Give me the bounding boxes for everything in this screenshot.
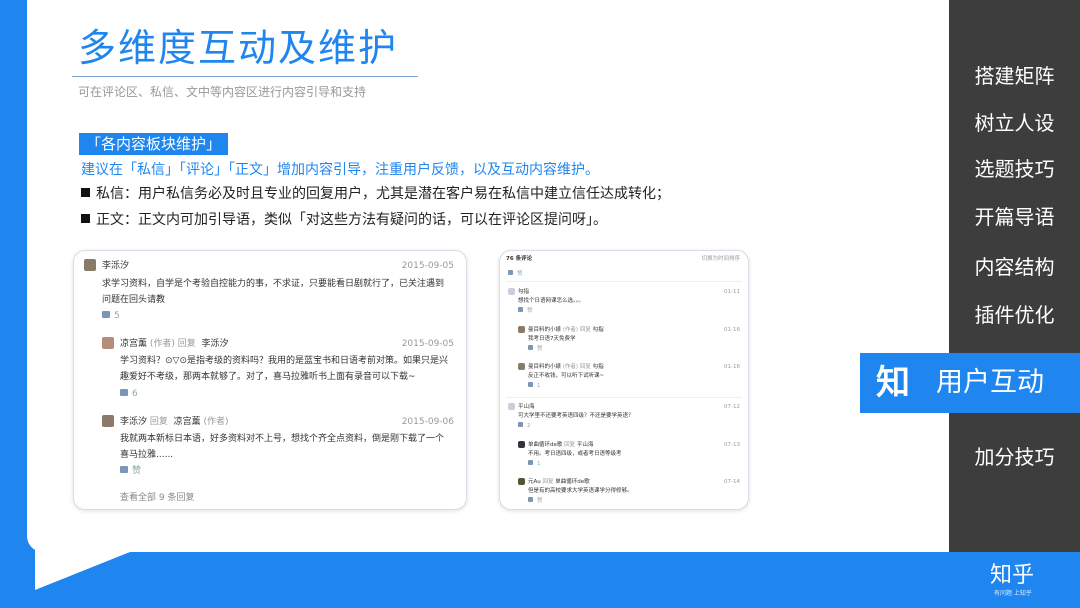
avatar[interactable] <box>508 288 515 295</box>
avatar[interactable] <box>518 326 525 333</box>
bullet-body: 正文：正文内可加引导语，类似「对这些方法有疑问的话，可以在评论区提问呀」。 <box>81 210 607 230</box>
comment-user: 单曲循环de歌 回复 平山海 <box>528 442 594 448</box>
thumbs-up-icon <box>518 307 523 312</box>
nav-item-5[interactable]: 插件优化 <box>949 301 1080 329</box>
comment-text: 不用。考日语四级，或者考日语等级考 <box>528 451 622 457</box>
nav-item-4[interactable]: 内容结构 <box>949 253 1080 281</box>
bullet-dm: 私信：用户私信务必及时且专业的回复用户，尤其是潜在客户易在私信中建立信任达成转化… <box>81 184 670 204</box>
comment-date: 01-16 <box>724 364 740 370</box>
comment-user: 曼目料的小婊 (作者) 回复 勾指 <box>528 327 604 333</box>
comment-user: 勾指 <box>518 289 530 295</box>
avatar[interactable] <box>102 337 114 349</box>
like-button[interactable]: 2 <box>518 422 531 430</box>
like-button[interactable]: 赞 <box>528 497 543 505</box>
nav-item-active[interactable]: 知 用户互动 <box>860 353 1080 413</box>
comment-text: 求学习资料，自学是个考验自控能力的事，不求证，只要能看日剧就行了，已关注遇到问题… <box>102 279 445 305</box>
comment-text: 学习资料？⊙▽⊙是指考级的资料吗？我用的是蓝宝书和日语考前对策。如果只是兴趣爱好… <box>120 356 449 382</box>
avatar[interactable] <box>518 441 525 448</box>
like-button[interactable]: 6 <box>120 388 138 400</box>
thumbs-up-icon <box>120 389 128 396</box>
comment-date: 07-13 <box>724 442 740 448</box>
avatar[interactable] <box>84 259 96 271</box>
like-button[interactable]: 赞 <box>528 345 543 353</box>
comment-date: 01-11 <box>724 289 740 295</box>
speech-bubble-tail <box>35 550 135 590</box>
nav-item-7[interactable]: 加分技巧 <box>949 443 1080 471</box>
nav-item-1[interactable]: 树立人设 <box>949 109 1080 137</box>
comment-text: 我就两本新标日本语，好多资料对不上号，想找个齐全点资料，倒是刚下载了一个喜马拉雅… <box>120 434 445 460</box>
comment-card-detail: 李泺汐 2015-09-05 求学习资料，自学是个考验自控能力的事，不求证，只要… <box>73 250 467 510</box>
comment-date: 2015-09-05 <box>401 339 454 349</box>
view-all-replies-link[interactable]: 查看全部 9 条回复 <box>120 492 194 504</box>
avatar[interactable] <box>518 363 525 370</box>
nav-item-3[interactable]: 开篇导语 <box>949 203 1080 231</box>
thumbs-up-icon <box>120 466 128 473</box>
bullet-square-icon <box>81 188 90 197</box>
comment-date: 07-14 <box>724 479 740 485</box>
page-title: 多维度互动及维护 <box>78 26 399 70</box>
like-button[interactable]: 1 <box>528 382 541 390</box>
nav-item-6: 用户互动 <box>936 367 1044 398</box>
comment-date: 01-16 <box>724 327 740 333</box>
nav-item-2[interactable]: 选题技巧 <box>949 155 1080 183</box>
thumbs-up-icon <box>528 497 533 502</box>
thumbs-up-icon <box>518 422 523 427</box>
comment-user: 李泺汐 <box>102 261 130 271</box>
zhihu-glyph-icon: 知 <box>876 363 910 403</box>
bullet-square-icon <box>81 214 90 223</box>
comment-user: 平山海 <box>518 404 535 410</box>
sort-toggle[interactable]: 切换为时间排序 <box>701 255 740 263</box>
like-button[interactable]: 赞 <box>518 307 533 315</box>
avatar[interactable] <box>518 478 525 485</box>
divider <box>506 281 742 282</box>
avatar[interactable] <box>102 415 114 427</box>
thumbs-up-icon <box>102 311 110 318</box>
comment-date: 2015-09-05 <box>401 261 454 271</box>
zhihu-slogan: 有问题 上知乎 <box>994 590 1032 597</box>
left-accent-bar <box>0 0 27 608</box>
comment-text: 但是有的高校要求大学英语课学分得修够。 <box>528 488 633 494</box>
title-divider <box>72 76 418 77</box>
comment-text: 可大学里不还要考英语四级？不还是要学英语？ <box>518 413 634 419</box>
comment-text: 我考日语7天免费学 <box>528 336 576 342</box>
comment-date: 2015-09-06 <box>401 417 454 427</box>
comment-card-list: 76 条评论 切换为时间排序 赞 勾指 01-11 想找个日语网课怎么选。。。 … <box>499 250 749 510</box>
like-button[interactable]: 赞 <box>508 270 523 278</box>
thumbs-up-icon <box>528 382 533 387</box>
comment-user: 李泺汐 回复 凉宫薰 (作者) <box>120 417 229 427</box>
like-button[interactable]: 5 <box>102 310 120 322</box>
comment-date: 07-12 <box>724 404 740 410</box>
nav-item-0[interactable]: 搭建矩阵 <box>949 62 1080 90</box>
comment-user: 曼目料的小婊 (作者) 回复 勾指 <box>528 364 604 370</box>
section-tag: 「各内容板块维护」 <box>79 133 229 155</box>
bullet-text: 正文：正文内可加引导语，类似「对这些方法有疑问的话，可以在评论区提问呀」。 <box>96 212 607 228</box>
slide: 搭建矩阵 树立人设 选题技巧 开篇导语 内容结构 插件优化 知 用户互动 加分技… <box>0 0 1080 608</box>
avatar[interactable] <box>508 403 515 410</box>
lead-text: 建议在「私信」「评论」「正文」增加内容引导，注重用户反馈，以及互动内容维护。 <box>81 162 599 178</box>
thumbs-up-icon <box>528 345 533 350</box>
like-button[interactable]: 1 <box>528 460 541 468</box>
comment-text: 反正不收钱，可以听下试听课~ <box>528 373 605 379</box>
bullet-text: 私信：用户私信务必及时且专业的回复用户，尤其是潜在客户易在私信中建立信任达成转化… <box>96 186 670 202</box>
like-button[interactable]: 赞 <box>120 465 141 477</box>
zhihu-logo: 知乎 <box>990 563 1035 588</box>
comment-count: 76 条评论 <box>506 256 533 262</box>
comment-user: 元Au 回复 单曲循环de歌 <box>528 479 590 485</box>
divider <box>506 397 742 398</box>
comment-user: 凉宫薰 (作者) 回复 李泺汐 <box>120 339 229 349</box>
comment-text: 想找个日语网课怎么选。。。 <box>518 298 585 304</box>
thumbs-up-icon <box>528 460 533 465</box>
thumbs-up-icon <box>508 270 513 275</box>
page-subtitle: 可在评论区、私信、文中等内容区进行内容引导和支持 <box>78 85 367 99</box>
